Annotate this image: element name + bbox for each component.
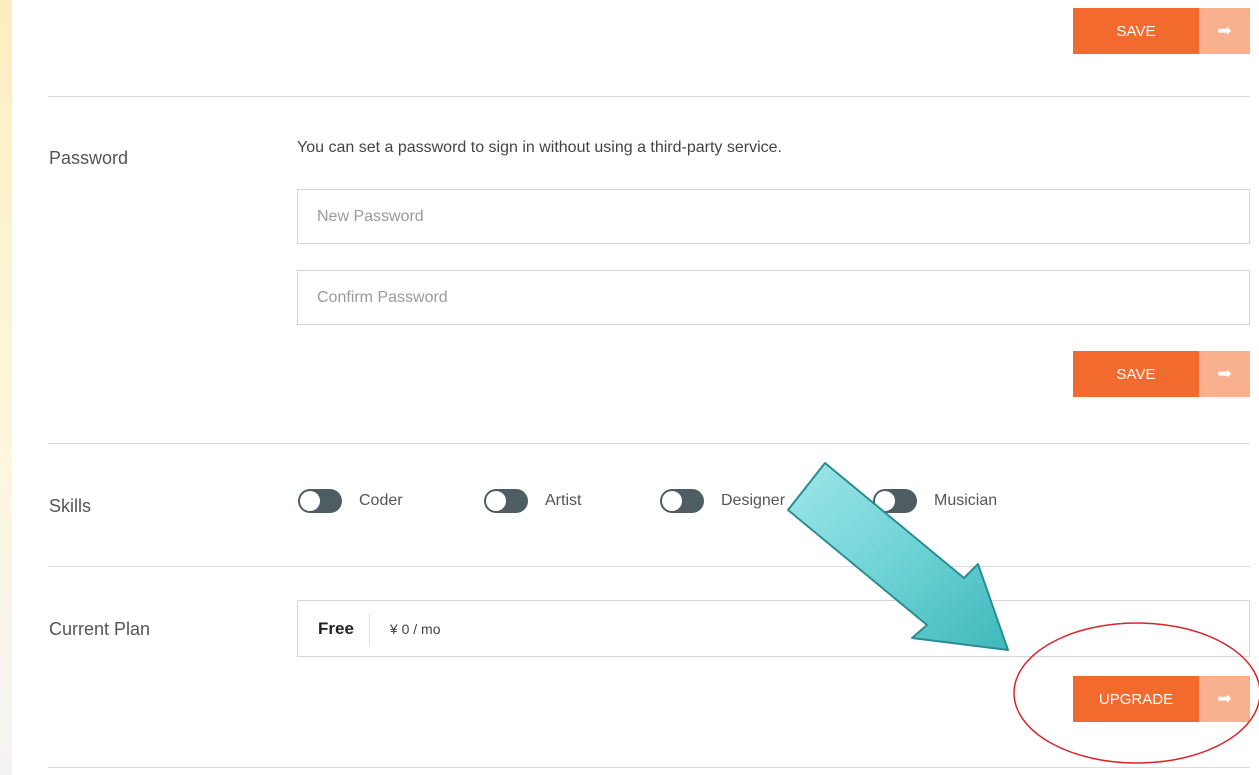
save-button-top[interactable]: SAVE ➡: [1073, 8, 1250, 54]
skill-toggle-musician[interactable]: Musician: [873, 489, 997, 513]
confirm-password-input[interactable]: [298, 271, 1249, 324]
password-section-label: Password: [49, 148, 129, 168]
arrow-right-icon: ➡: [1199, 351, 1250, 397]
toggle-knob: [300, 491, 320, 511]
skill-label: Artist: [545, 492, 582, 509]
skill-toggle-artist[interactable]: Artist: [484, 489, 581, 513]
toggle-switch[interactable]: [298, 489, 342, 513]
password-help-text: You can set a password to sign in withou…: [297, 139, 782, 156]
section-divider: [48, 767, 1250, 768]
toggle-switch[interactable]: [873, 489, 917, 513]
skill-toggle-coder[interactable]: Coder: [298, 489, 403, 513]
upgrade-button[interactable]: UPGRADE ➡: [1073, 676, 1250, 722]
toggle-switch[interactable]: [660, 489, 704, 513]
section-divider: [48, 443, 1250, 444]
save-button-label: SAVE: [1073, 8, 1199, 54]
skill-label: Coder: [359, 492, 403, 509]
toggle-switch[interactable]: [484, 489, 528, 513]
current-plan-section-label: Current Plan: [49, 619, 151, 639]
save-button-label: SAVE: [1073, 351, 1199, 397]
toggle-knob: [486, 491, 506, 511]
skills-section-label: Skills: [49, 496, 92, 516]
toggle-knob: [875, 491, 895, 511]
skill-toggle-designer[interactable]: Designer: [660, 489, 785, 513]
upgrade-button-label: UPGRADE: [1073, 676, 1199, 722]
section-divider: [48, 566, 1250, 567]
current-plan-box: Free ¥ 0 / mo: [297, 600, 1250, 657]
section-divider: [48, 96, 1250, 97]
toggle-knob: [662, 491, 682, 511]
confirm-password-field[interactable]: [297, 270, 1250, 325]
skill-label: Designer: [721, 492, 786, 509]
plan-name: Free: [318, 613, 370, 644]
plan-price: ¥ 0 / mo: [389, 620, 441, 637]
new-password-field[interactable]: [297, 189, 1250, 244]
new-password-input[interactable]: [298, 190, 1249, 243]
arrow-right-icon: ➡: [1199, 8, 1250, 54]
settings-panel: [12, 0, 1259, 775]
save-password-button[interactable]: SAVE ➡: [1073, 351, 1250, 397]
skill-label: Musician: [934, 492, 998, 509]
arrow-right-icon: ➡: [1199, 676, 1250, 722]
account-settings-page: SAVE ➡ Password You can set a password t…: [0, 0, 1259, 775]
